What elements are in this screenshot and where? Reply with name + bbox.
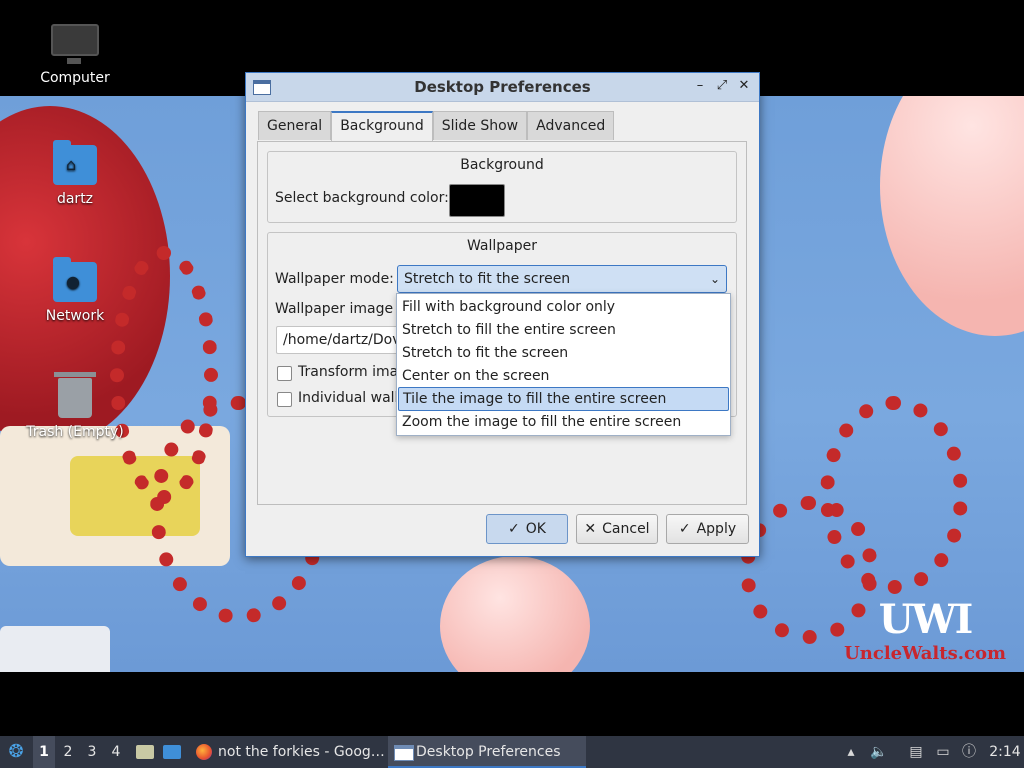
file-manager-icon[interactable] [134, 736, 156, 768]
apply-button[interactable]: ✓ Apply [666, 514, 749, 544]
firefox-icon [196, 744, 212, 760]
wallpaper-pink-shape [880, 96, 1024, 336]
tab-general[interactable]: General [258, 111, 332, 140]
check-icon: ✓ [508, 521, 520, 537]
close-icon[interactable]: ✕ [735, 77, 753, 95]
desktop-icon-trash[interactable]: Trash (Empty) [25, 372, 125, 440]
check-icon: ✓ [678, 521, 691, 537]
window-icon [394, 745, 414, 761]
wallpaper-mode-select[interactable]: Stretch to fit the screen ⌄ [397, 265, 727, 293]
dropdown-option[interactable]: Center on the screen [398, 365, 729, 387]
desktop-icon-label: Computer [40, 70, 110, 86]
update-notification-icon[interactable]: ⓘ [958, 736, 980, 768]
uwi-watermark: UWI UncleWalts.com [844, 596, 1006, 664]
task-label: not the forkies - Goog… [218, 744, 385, 760]
wallpaper-image-label: Wallpaper image f [275, 301, 403, 317]
chevron-down-icon: ⌄ [709, 272, 720, 286]
dropdown-option[interactable]: Stretch to fill the entire screen [398, 319, 729, 341]
cross-icon: ✕ [584, 521, 597, 537]
task-label: Desktop Preferences [416, 744, 561, 760]
desktop-icon-label: Trash (Empty) [26, 424, 124, 440]
cancel-label: Cancel [602, 521, 650, 537]
show-desktop-icon[interactable] [160, 736, 184, 768]
desktop-icon-home[interactable]: ⌂ dartz [25, 140, 125, 207]
tab-advanced[interactable]: Advanced [527, 111, 615, 140]
dropdown-option[interactable]: Fill with background color only [398, 296, 729, 318]
network-icon[interactable]: ▭ [932, 736, 954, 768]
ok-label: OK [525, 521, 546, 537]
group-title: Wallpaper [466, 238, 538, 254]
apply-label: Apply [696, 521, 737, 537]
workspace-1[interactable]: 1 [33, 736, 55, 768]
minimize-icon[interactable]: – [691, 77, 709, 95]
background-color-button[interactable] [449, 184, 505, 217]
home-folder-icon: ⌂ [53, 140, 97, 185]
workspace-2[interactable]: 2 [57, 736, 79, 768]
wallpaper-pink-shape-2 [440, 556, 590, 672]
workspace-3[interactable]: 3 [81, 736, 103, 768]
maximize-icon[interactable]: ⤢ [713, 77, 731, 95]
tab-background[interactable]: Background [331, 111, 433, 143]
transform-checkbox[interactable] [277, 366, 292, 381]
tray-up-arrow-icon[interactable]: ▴ [840, 736, 862, 768]
title-bar[interactable]: Desktop Preferences – ⤢ ✕ [246, 73, 759, 102]
ok-button[interactable]: ✓ OK [486, 514, 568, 544]
background-group: Background Select background color: [267, 151, 737, 223]
tab-slide-show[interactable]: Slide Show [432, 111, 528, 140]
dropdown-option[interactable]: Zoom the image to fill the entire screen [398, 411, 729, 433]
uwi-logo: UWI [878, 596, 974, 643]
computer-icon [51, 24, 99, 64]
dropdown-option-highlighted[interactable]: Tile the image to fill the entire screen [398, 387, 729, 411]
watermark-site: UncleWalts.com [844, 643, 1006, 664]
tab-bar: General Background Slide Show Advanced [258, 111, 615, 143]
wallpaper-image-path-input[interactable]: /home/dartz/Dov [276, 326, 400, 354]
wallpaper-white-shape [0, 626, 110, 672]
task-desktop-preferences[interactable]: Desktop Preferences [388, 736, 586, 768]
start-menu-icon[interactable]: ❂ [4, 736, 28, 768]
wallpaper-mode-value: Stretch to fit the screen [404, 271, 571, 287]
background-color-label: Select background color: [275, 190, 449, 206]
clock[interactable]: 2:14 [988, 736, 1022, 768]
dialog-title: Desktop Preferences [414, 78, 591, 96]
individual-wallpaper-checkbox[interactable] [277, 392, 292, 407]
dropdown-option[interactable]: Stretch to fit the screen [398, 342, 729, 364]
desktop-icon-label: Network [45, 308, 105, 324]
task-firefox[interactable]: not the forkies - Goog… [190, 736, 414, 768]
wallpaper-mode-dropdown: Fill with background color only Stretch … [396, 293, 731, 436]
network-folder-icon: ● [53, 257, 97, 302]
volume-icon[interactable]: 🔈 [868, 736, 890, 768]
taskbar: ❂ 1 2 3 4 not the forkies - Goog… Deskto… [0, 736, 1024, 768]
desktop-icon-computer[interactable]: Computer [25, 24, 125, 86]
wallpaper-mode-label: Wallpaper mode: [275, 271, 394, 287]
clipboard-icon[interactable]: ▤ [905, 736, 927, 768]
desktop-icon-label: dartz [56, 191, 94, 207]
workspace-4[interactable]: 4 [105, 736, 127, 768]
group-title: Background [460, 157, 544, 173]
transform-label: Transform ima [298, 364, 399, 380]
individual-wallpaper-label: Individual wall [298, 390, 399, 406]
cancel-button[interactable]: ✕ Cancel [576, 514, 658, 544]
desktop-icon-network[interactable]: ● Network [25, 257, 125, 324]
trash-icon [54, 372, 96, 418]
